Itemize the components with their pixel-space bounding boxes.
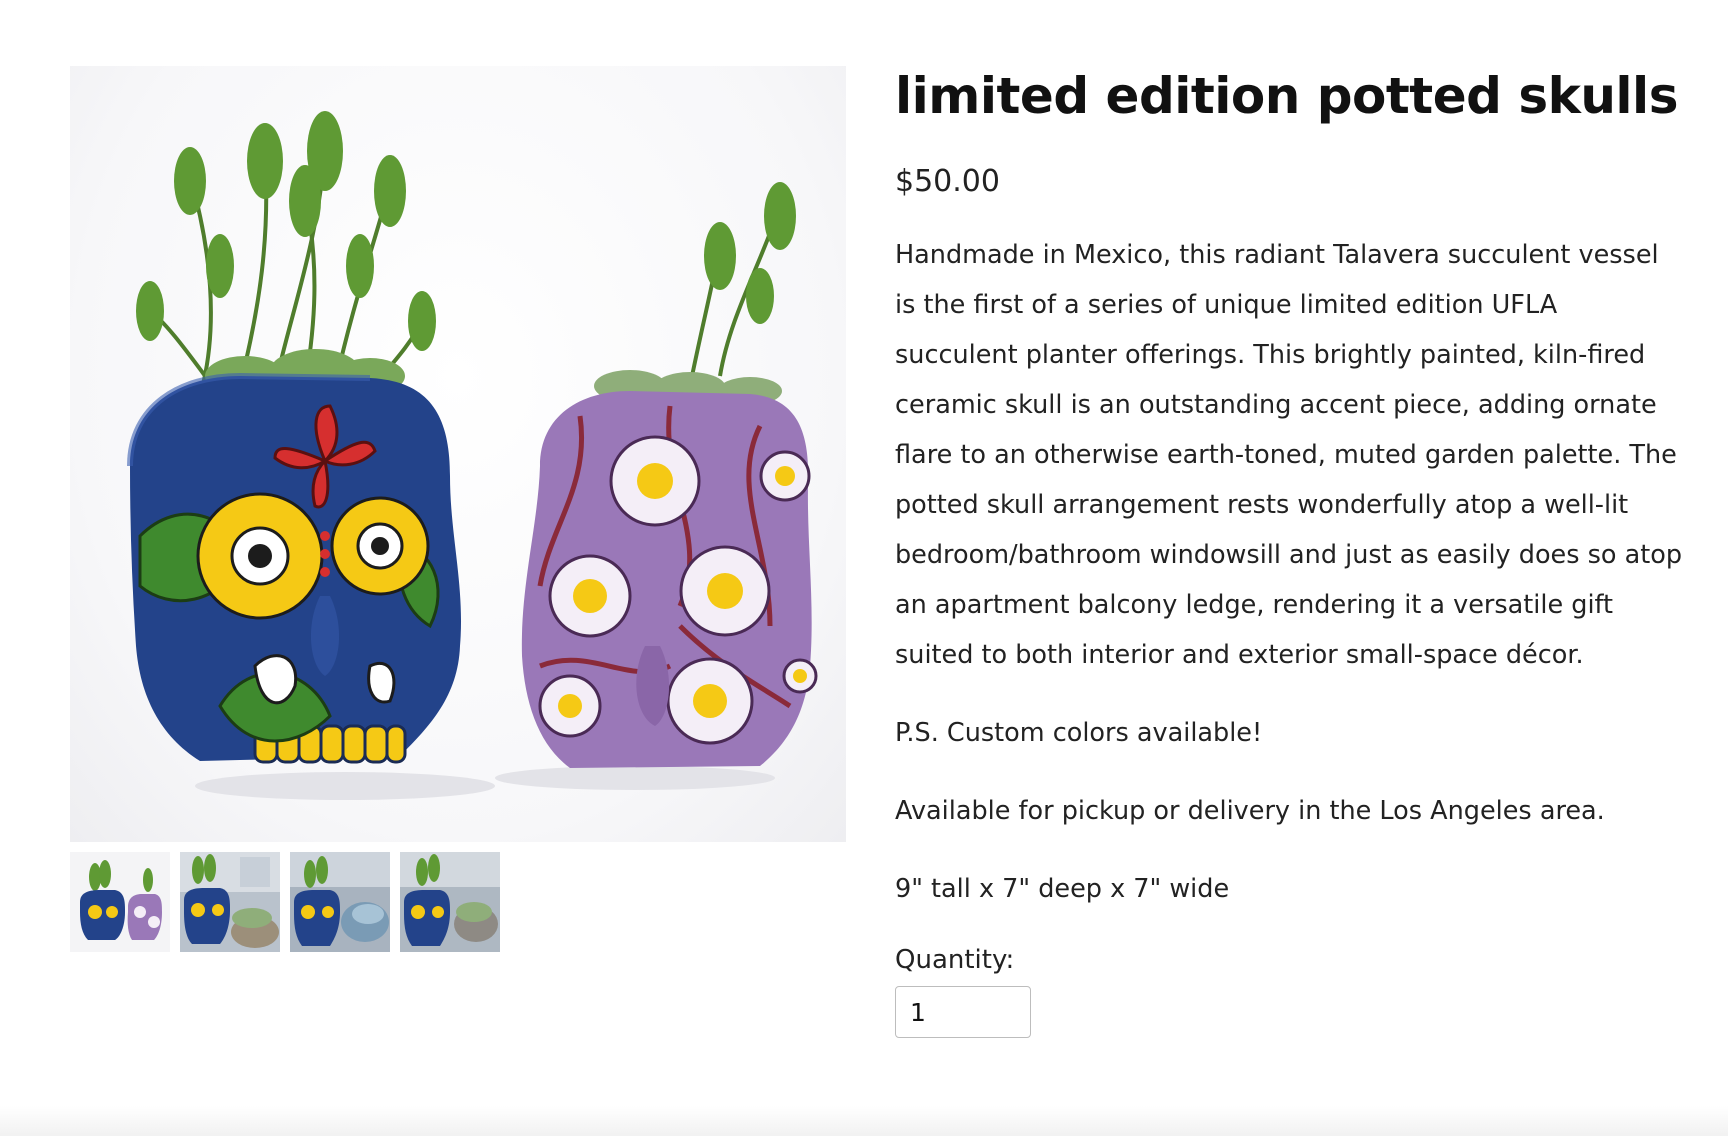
thumbnail-image	[400, 852, 500, 952]
product-details: P.S. Custom colors available! Available …	[895, 708, 1685, 914]
thumbnail-image	[180, 852, 280, 952]
product-description: Handmade in Mexico, this radiant Talaver…	[895, 230, 1685, 680]
product-title: limited edition potted skulls	[895, 67, 1678, 125]
custom-colors-note: P.S. Custom colors available!	[895, 718, 1263, 748]
skull-planters-photo	[127, 111, 818, 800]
quantity-label: Quantity:	[895, 945, 1015, 975]
thumbnail-strip	[70, 852, 500, 952]
thumbnail-4[interactable]	[400, 852, 500, 952]
thumbnail-3[interactable]	[290, 852, 390, 952]
thumbnail-1[interactable]	[70, 852, 170, 952]
availability-text: Available for pickup or delivery in the …	[895, 796, 1605, 826]
thumbnail-image	[290, 852, 390, 952]
product-main-image[interactable]	[70, 66, 846, 842]
description-text: Handmade in Mexico, this radiant Talaver…	[895, 240, 1683, 670]
dimensions-text: 9" tall x 7" deep x 7" wide	[895, 874, 1230, 904]
thumbnail-2[interactable]	[180, 852, 280, 952]
page-bottom-fade	[0, 1106, 1728, 1136]
thumbnail-image	[70, 852, 170, 952]
product-info: limited edition potted skulls $50.00 Han…	[895, 60, 1685, 1038]
product-price: $50.00	[895, 164, 1000, 199]
quantity-input[interactable]	[895, 986, 1031, 1038]
